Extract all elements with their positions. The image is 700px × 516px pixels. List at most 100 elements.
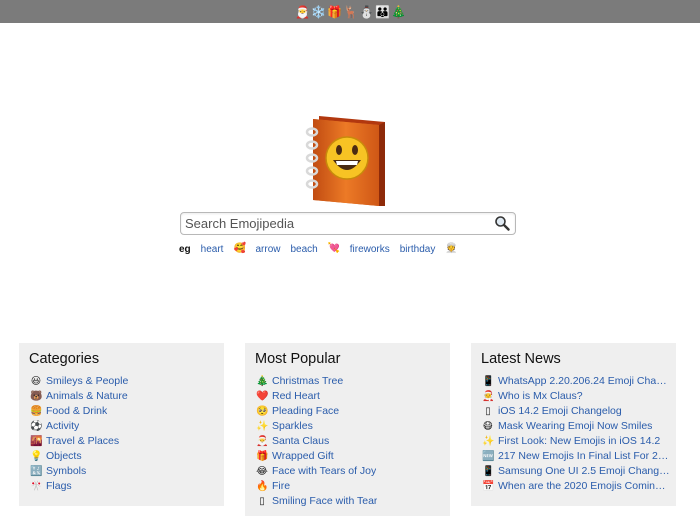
category-link[interactable]: Objects	[46, 449, 82, 464]
snowflake-icon[interactable]: ❄️	[311, 5, 326, 19]
category-link[interactable]: Food & Drink	[46, 404, 107, 419]
fire-icon: 🔥	[256, 480, 269, 492]
latest-news-title: Latest News	[481, 351, 561, 367]
emojipedia-book-logo-icon[interactable]	[301, 110, 391, 210]
missing-glyph-icon: ▯	[259, 495, 265, 507]
list-item: 🐻 Animals & Nature	[30, 389, 218, 404]
soccer-ball-icon: ⚽	[30, 420, 43, 432]
category-link[interactable]: Animals & Nature	[46, 389, 128, 404]
tears-of-joy-icon: 😂	[256, 465, 268, 477]
popular-link[interactable]: Fire	[272, 479, 290, 494]
list-item: 🎌 Flags	[30, 479, 218, 494]
light-bulb-icon: 💡	[30, 450, 43, 462]
example-link-beach[interactable]: beach	[290, 244, 317, 255]
category-link[interactable]: Travel & Places	[46, 434, 119, 449]
list-item: 🎅 Santa Claus	[256, 434, 444, 449]
smiling-hearts-face-icon[interactable]: 🥰	[233, 243, 245, 255]
new-badge-icon: 🆕	[482, 450, 495, 462]
list-item: ❤️ Red Heart	[256, 389, 444, 404]
crossed-flags-icon: 🎌	[30, 480, 43, 492]
bear-icon: 🐻	[30, 390, 43, 402]
popular-link[interactable]: Face with Tears of Joy	[272, 464, 376, 479]
search-examples: eg heart 🥰 arrow beach 💘 fireworks birth…	[179, 241, 458, 257]
news-link[interactable]: Mask Wearing Emoji Now Smiles	[498, 419, 652, 434]
example-link-fireworks[interactable]: fireworks	[350, 244, 390, 255]
list-item: 🧑‍🎄 Who is Mx Claus?	[482, 389, 670, 404]
popular-link[interactable]: Pleading Face	[272, 404, 339, 419]
list-item: 🆕 217 New Emojis In Final List For 2020	[482, 449, 670, 464]
news-link[interactable]: First Look: New Emojis in iOS 14.2	[498, 434, 660, 449]
list-item: ▯ iOS 14.2 Emoji Changelog	[482, 404, 670, 419]
list-item: 🌇 Travel & Places	[30, 434, 218, 449]
cityscape-icon: 🌇	[30, 435, 43, 447]
categories-panel: Categories 😃 Smileys & People 🐻 Animals & …	[19, 343, 224, 506]
list-item: 📅 When are the 2020 Emojis Coming Out?	[482, 479, 670, 494]
category-link[interactable]: Smileys & People	[46, 374, 128, 389]
list-item: 📱 Samsung One UI 2.5 Emoji Changelog	[482, 464, 670, 479]
smiley-icon: 😃	[30, 375, 42, 387]
list-item: 💡 Objects	[30, 449, 218, 464]
popular-link[interactable]: Christmas Tree	[272, 374, 343, 389]
news-link[interactable]: When are the 2020 Emojis Coming Out?	[498, 479, 670, 494]
list-item: 🔣 Symbols	[30, 464, 218, 479]
news-link[interactable]: Samsung One UI 2.5 Emoji Changelog	[498, 464, 670, 479]
example-link-arrow[interactable]: arrow	[255, 244, 280, 255]
reindeer-icon[interactable]: 🦌	[343, 5, 358, 19]
search-input[interactable]	[181, 213, 485, 234]
most-popular-panel: Most Popular 🎄 Christmas Tree ❤️ Red Heart…	[245, 343, 450, 516]
missing-glyph-icon: ▯	[485, 405, 491, 417]
categories-title: Categories	[29, 351, 100, 367]
news-link[interactable]: iOS 14.2 Emoji Changelog	[498, 404, 622, 419]
symbols-icon: 🔣	[30, 465, 43, 477]
list-item: 🔥 Fire	[256, 479, 444, 494]
category-link[interactable]: Symbols	[46, 464, 86, 479]
santa-icon: 🎅	[256, 435, 269, 447]
phone-icon: 📱	[482, 465, 495, 477]
list-item: ⚽ Activity	[30, 419, 218, 434]
latest-news-panel: Latest News 📱 WhatsApp 2.20.206.24 Emoji …	[471, 343, 676, 506]
magnifier-icon[interactable]	[494, 215, 510, 231]
pleading-face-icon: 🥺	[256, 405, 269, 417]
holiday-emoji-bar: 🎅 ❄️ 🎁 🦌 ⛄ 👪 🎄	[0, 0, 700, 23]
mask-face-icon: 😷	[482, 420, 494, 432]
list-item: 😃 Smileys & People	[30, 374, 218, 389]
snowman-icon[interactable]: ⛄	[359, 5, 374, 19]
list-item: 😂 Face with Tears of Joy	[256, 464, 444, 479]
gift-icon[interactable]: 🎁	[327, 5, 342, 19]
list-item: ✨ Sparkles	[256, 419, 444, 434]
category-link[interactable]: Flags	[46, 479, 72, 494]
news-link[interactable]: WhatsApp 2.20.206.24 Emoji Changelog	[498, 374, 670, 389]
list-item: ▯ Smiling Face with Tear	[256, 494, 444, 509]
list-item: 🍔 Food & Drink	[30, 404, 218, 419]
examples-label: eg	[179, 243, 191, 255]
gift-icon: 🎁	[256, 450, 269, 462]
family-icon[interactable]: 👪	[375, 5, 390, 19]
list-item: 🥺 Pleading Face	[256, 404, 444, 419]
news-link[interactable]: 217 New Emojis In Final List For 2020	[498, 449, 670, 464]
popular-link[interactable]: Smiling Face with Tear	[272, 494, 377, 509]
category-link[interactable]: Activity	[46, 419, 79, 434]
popular-link[interactable]: Wrapped Gift	[272, 449, 334, 464]
mx-claus-icon: 🧑‍🎄	[482, 390, 495, 402]
red-heart-icon: ❤️	[256, 390, 269, 402]
popular-link[interactable]: Sparkles	[272, 419, 313, 434]
person-icon[interactable]: 👳	[445, 243, 457, 255]
most-popular-title: Most Popular	[255, 351, 341, 367]
example-link-heart[interactable]: heart	[201, 244, 224, 255]
christmas-tree-icon: 🎄	[256, 375, 269, 387]
list-item: 🎁 Wrapped Gift	[256, 449, 444, 464]
list-item: 📱 WhatsApp 2.20.206.24 Emoji Changelog	[482, 374, 670, 389]
heart-icon[interactable]: 💘	[328, 243, 340, 255]
santa-icon[interactable]: 🎅	[295, 5, 310, 19]
list-item: 😷 Mask Wearing Emoji Now Smiles	[482, 419, 670, 434]
phone-icon: 📱	[482, 375, 495, 387]
list-item: ✨ First Look: New Emojis in iOS 14.2	[482, 434, 670, 449]
christmas-tree-icon[interactable]: 🎄	[391, 5, 406, 19]
calendar-icon: 📅	[482, 480, 495, 492]
sparkles-icon: ✨	[482, 435, 495, 447]
example-link-birthday[interactable]: birthday	[400, 244, 436, 255]
popular-link[interactable]: Santa Claus	[272, 434, 329, 449]
news-link[interactable]: Who is Mx Claus?	[498, 389, 583, 404]
popular-link[interactable]: Red Heart	[272, 389, 320, 404]
sparkles-icon: ✨	[256, 420, 269, 432]
